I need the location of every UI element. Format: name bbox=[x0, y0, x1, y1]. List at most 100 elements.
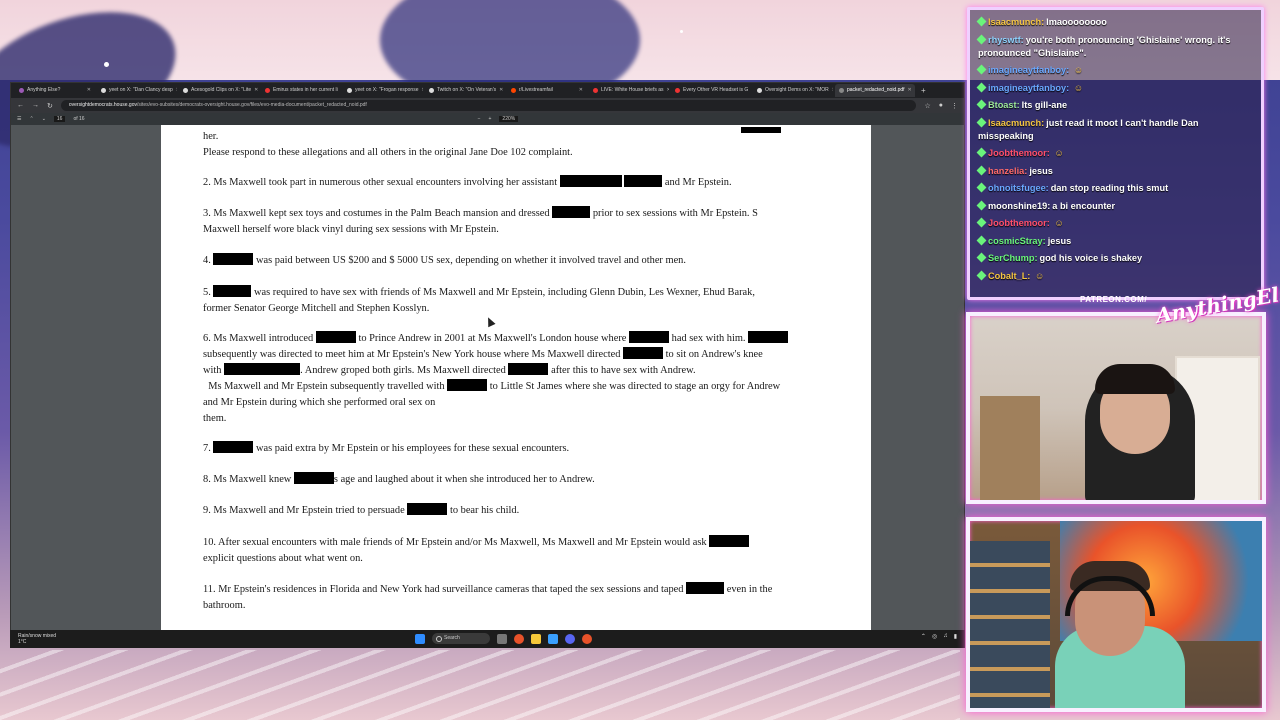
doc-text: to sit on Andrew's knee bbox=[665, 349, 763, 360]
browser-tab[interactable]: Twitch on X: "On Veteran's ✕ bbox=[425, 84, 505, 97]
chat-text: a bi encounter bbox=[1052, 200, 1116, 211]
doc-text: to Prince Andrew in 2001 at Ms Maxwell's… bbox=[358, 333, 627, 344]
patreon-banner: PATREON.COM/ bbox=[1080, 295, 1148, 304]
doc-text: prior to sex sessions with Mr Epstein. S bbox=[592, 208, 758, 219]
chat-username[interactable]: Btoast: bbox=[988, 100, 1020, 110]
chat-message: Cobalt_L: ☺ bbox=[976, 270, 1253, 283]
reload-icon[interactable]: ↻ bbox=[47, 102, 53, 110]
redaction-box bbox=[293, 472, 334, 484]
close-tab-icon[interactable]: ✕ bbox=[908, 84, 912, 97]
redaction-box bbox=[508, 363, 549, 375]
chat-username[interactable]: SerChump: bbox=[988, 253, 1038, 263]
close-tab-icon[interactable]: ✕ bbox=[579, 84, 583, 97]
chat-username[interactable]: imagineaytfanboy: bbox=[988, 65, 1069, 75]
chat-username[interactable]: cosmicStray: bbox=[988, 236, 1046, 246]
new-tab-button[interactable]: + bbox=[921, 86, 926, 95]
chat-message: Btoast: Its gill-ane bbox=[976, 99, 1253, 112]
zoom-out-button[interactable]: − bbox=[478, 116, 481, 122]
doc-text: to bear his child. bbox=[449, 505, 520, 516]
browser-tab[interactable]: yeet on X: "Dan Clancy desp✕ bbox=[97, 84, 177, 97]
chat-message: imagineaytfanboy: ☺ bbox=[976, 82, 1253, 95]
chat-username[interactable]: imagineaytfanboy: bbox=[988, 83, 1069, 93]
emote-icon: ☺ bbox=[1032, 270, 1045, 281]
chat-username[interactable]: ohnoitsfugee: bbox=[988, 183, 1049, 193]
browser-tab[interactable]: yeet on X: "Frogan response✕ bbox=[343, 84, 423, 97]
close-tab-icon[interactable]: ✕ bbox=[832, 84, 833, 97]
emote-icon: ☺ bbox=[1051, 218, 1064, 228]
close-tab-icon[interactable]: ✕ bbox=[667, 84, 669, 97]
extensions-icon[interactable]: ● bbox=[939, 102, 943, 109]
paragraph-2: 2. Ms Maxwell took part in numerous othe… bbox=[203, 175, 833, 191]
chat-username[interactable]: rhyswtf: bbox=[988, 35, 1024, 45]
doc-text: Maxwell herself wore black vinyl during … bbox=[203, 224, 499, 235]
paragraph-6: 6. Ms Maxwell introduced to Prince Andre… bbox=[203, 331, 833, 427]
weather-widget[interactable]: Rain/snow mixed 1°C bbox=[18, 633, 56, 645]
zoom-in-button[interactable]: + bbox=[489, 116, 492, 122]
chat-message: hanzelia: jesus bbox=[976, 165, 1253, 178]
chat-text: god his voice is shakey bbox=[1039, 253, 1143, 263]
browser-tab[interactable]: Emirus states in her current li✕ bbox=[261, 84, 341, 97]
chat-username[interactable]: Joobthemoor: bbox=[988, 148, 1050, 158]
close-tab-icon[interactable]: ✕ bbox=[87, 84, 91, 97]
page-number-input[interactable]: 16 bbox=[53, 116, 66, 122]
browser-tab[interactable]: Oversight Dems on X: "MOR✕ bbox=[753, 84, 833, 97]
browser-tab[interactable]: Anything Else? ✕ bbox=[15, 84, 95, 97]
close-tab-icon[interactable]: ✕ bbox=[421, 84, 423, 97]
obs-icon[interactable] bbox=[582, 633, 592, 644]
pdf-viewer[interactable]: her. Please respond to these allegations… bbox=[11, 125, 964, 631]
chat-text: jesus bbox=[1029, 165, 1053, 176]
zoom-level[interactable]: 220% bbox=[499, 116, 519, 122]
redaction-box bbox=[213, 285, 252, 297]
close-tab-icon[interactable]: ✕ bbox=[254, 84, 258, 97]
chat-text: dan stop reading this smut bbox=[1050, 183, 1169, 193]
chat-username[interactable]: Isaacmunch: bbox=[988, 118, 1044, 128]
browser-tab[interactable]: LIVE: White House briefs as ✕ bbox=[589, 84, 669, 97]
close-tab-icon[interactable]: ✕ bbox=[176, 84, 177, 97]
sidebar-toggle-icon[interactable]: ☰ bbox=[17, 116, 21, 122]
doc-text: 8. Ms Maxwell knew bbox=[203, 474, 292, 485]
doc-text: after this to have sex with Andrew. bbox=[551, 365, 696, 376]
sub-badge-icon bbox=[976, 117, 987, 127]
tab-bar: Anything Else? ✕ yeet on X: "Dan Clancy de… bbox=[11, 83, 964, 98]
browser-icon[interactable] bbox=[514, 633, 524, 644]
star-icon[interactable]: ☆ bbox=[924, 102, 930, 110]
discord-icon[interactable] bbox=[565, 633, 575, 644]
redaction-box bbox=[224, 363, 301, 375]
menu-icon[interactable]: ⋮ bbox=[951, 102, 958, 110]
task-view-icon[interactable] bbox=[497, 633, 507, 644]
back-icon[interactable]: ← bbox=[17, 102, 24, 109]
address-bar: ← → ↻ oversightdemocrats.house.gov/sites… bbox=[11, 98, 964, 113]
doc-text: 11. Mr Epstein's residences in Florida a… bbox=[203, 584, 684, 595]
browser-tab[interactable]: r/Livestreamfail ✕ bbox=[507, 84, 587, 97]
sub-badge-icon bbox=[976, 182, 987, 193]
chevron-up-icon[interactable]: ⌃ bbox=[921, 633, 926, 640]
app-icon[interactable] bbox=[548, 633, 558, 644]
forward-icon[interactable]: → bbox=[32, 102, 39, 109]
browser-tab[interactable]: Every Other VR Headset is G✕ bbox=[671, 84, 751, 97]
chat-username[interactable]: Joobthemoor: bbox=[988, 218, 1050, 228]
browser-tab[interactable]: packet_redacted_noid.pdf ✕ bbox=[835, 84, 915, 97]
browser-window: Anything Else? ✕ yeet on X: "Dan Clancy de… bbox=[10, 82, 965, 648]
chat-username[interactable]: Isaacmunch: bbox=[988, 17, 1044, 27]
close-tab-icon[interactable]: ✕ bbox=[499, 84, 503, 97]
page-down-icon[interactable]: ⌄ bbox=[42, 116, 46, 122]
taskbar-search[interactable]: Search bbox=[432, 633, 490, 644]
chat-username[interactable]: hanzelia: bbox=[988, 166, 1027, 176]
url-field[interactable]: oversightdemocrats.house.gov/sites/evo-s… bbox=[60, 100, 917, 111]
doc-text: and Mr Epstein during which she performe… bbox=[203, 397, 436, 408]
tab-label: Anything Else? bbox=[27, 87, 61, 93]
redaction-box bbox=[213, 441, 254, 453]
redaction-box bbox=[629, 331, 670, 343]
folder-icon[interactable] bbox=[531, 633, 541, 644]
start-icon[interactable] bbox=[415, 633, 425, 644]
page-up-icon[interactable]: ⌃ bbox=[29, 116, 33, 122]
sub-badge-icon bbox=[976, 147, 987, 158]
volume-icon[interactable]: ♫ bbox=[943, 633, 948, 640]
doc-text: to Little St James where she was directe… bbox=[489, 381, 781, 392]
battery-icon[interactable]: ▮ bbox=[954, 633, 957, 640]
browser-tab[interactable]: Acesogold Clips on X: "Lite ✕ bbox=[179, 84, 259, 97]
chat-username[interactable]: moonshine19: bbox=[988, 201, 1050, 211]
pdf-page: her. Please respond to these allegations… bbox=[161, 125, 871, 631]
chat-username[interactable]: Cobalt_L: bbox=[988, 271, 1030, 281]
network-icon[interactable]: ◎ bbox=[932, 633, 937, 640]
